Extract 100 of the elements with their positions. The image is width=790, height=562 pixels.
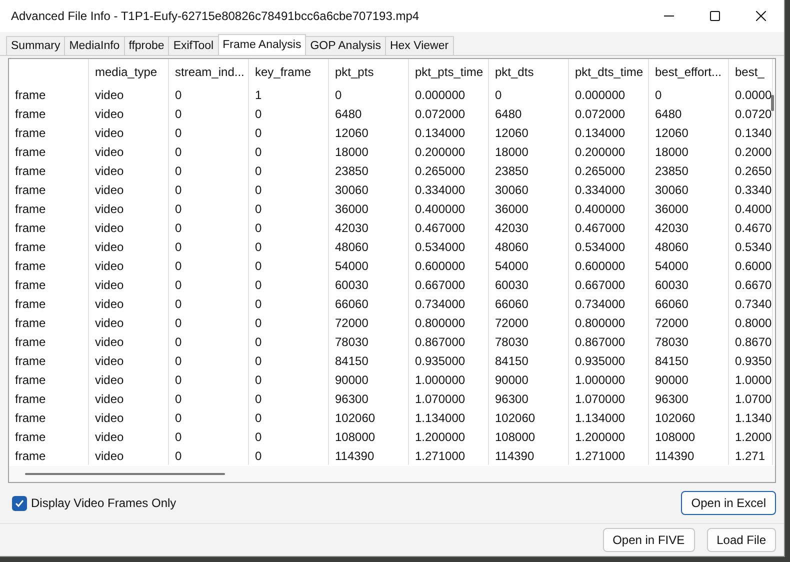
table-cell: 0.800000 — [409, 313, 489, 332]
tab[interactable]: Hex Viewer — [384, 36, 454, 55]
table-cell: 0.734000 — [409, 294, 489, 313]
column-header[interactable]: stream_ind... — [169, 59, 249, 85]
table-cell: 0 — [249, 294, 329, 313]
table-cell: 30060 — [649, 180, 729, 199]
table-cell: 0.072000 — [569, 104, 649, 123]
table-cell: 96300 — [489, 389, 569, 408]
table-cell: 1.070000 — [569, 389, 649, 408]
table-cell: 66060 — [649, 294, 729, 313]
column-header[interactable]: best_effort... — [649, 59, 729, 85]
table-cell: 0 — [649, 85, 729, 104]
table-cell: 0 — [169, 408, 249, 427]
table-cell: 0 — [169, 142, 249, 161]
column-header[interactable]: media_type — [89, 59, 169, 85]
table-cell: 23850 — [649, 161, 729, 180]
table-cell: 0.667000 — [569, 275, 649, 294]
table-cell: 84150 — [489, 351, 569, 370]
table-cell: frame — [9, 123, 89, 142]
column-header[interactable]: pkt_pts — [329, 59, 409, 85]
table-cell: 48060 — [329, 237, 409, 256]
table-cell: 1.0700 — [729, 389, 773, 408]
column-header[interactable]: key_frame — [249, 59, 329, 85]
table-cell: frame — [9, 408, 89, 427]
table-cell: 0 — [169, 180, 249, 199]
table-cell: frame — [9, 370, 89, 389]
table-cell: 1.271 — [729, 446, 773, 465]
table-cell: 114390 — [649, 446, 729, 465]
horizontal-scrollbar-thumb[interactable] — [25, 473, 225, 475]
column-header[interactable]: pkt_dts_time — [569, 59, 649, 85]
table-cell: 1.1340 — [729, 408, 773, 427]
table-cell: video — [89, 85, 169, 104]
table-cell: 0.867000 — [409, 332, 489, 351]
table-cell: 90000 — [329, 370, 409, 389]
table-cell: 0 — [249, 332, 329, 351]
table-cell: 0.800000 — [569, 313, 649, 332]
load-file-button[interactable]: Load File — [706, 528, 776, 552]
table-cell: 0.600000 — [409, 256, 489, 275]
table-cell: video — [89, 180, 169, 199]
open-in-five-button[interactable]: Open in FIVE — [602, 528, 695, 552]
table-cell: frame — [9, 142, 89, 161]
table-cell: 72000 — [329, 313, 409, 332]
table-cell: video — [89, 389, 169, 408]
table-cell: 96300 — [649, 389, 729, 408]
table-cell: 0 — [249, 104, 329, 123]
table-cell: 54000 — [649, 256, 729, 275]
table-cell: 18000 — [649, 142, 729, 161]
table-cell: 0.134000 — [409, 123, 489, 142]
table-cell: frame — [9, 199, 89, 218]
checkbox[interactable] — [12, 496, 27, 510]
table-cell: 1.070000 — [409, 389, 489, 408]
table-cell: 0.935000 — [569, 351, 649, 370]
column-header[interactable]: pkt_pts_time — [409, 59, 489, 85]
table-cell: 108000 — [649, 427, 729, 446]
open-in-excel-button[interactable]: Open in Excel — [681, 491, 776, 515]
table-cell: 0 — [169, 446, 249, 465]
table-cell: video — [89, 256, 169, 275]
window-title: Advanced File Info - T1P1-Eufy-62715e80826c78491bcc6a6cbe707193.mp4 — [10, 9, 420, 23]
table-cell: 0.265000 — [409, 161, 489, 180]
table-cell: 60030 — [489, 275, 569, 294]
table-cell: 0.667000 — [409, 275, 489, 294]
table-cell: 0.400000 — [569, 199, 649, 218]
table-cell: 0 — [249, 427, 329, 446]
table-cell: 0 — [169, 123, 249, 142]
tab[interactable]: Frame Analysis — [218, 34, 306, 55]
checkbox-label: Display Video Frames Only — [31, 496, 176, 510]
table-cell: 0.265000 — [569, 161, 649, 180]
table-cell: 0.3340 — [729, 180, 773, 199]
table-cell: 6480 — [649, 104, 729, 123]
table-cell: 0 — [169, 313, 249, 332]
table-cell: frame — [9, 104, 89, 123]
table-cell: 0.9350 — [729, 351, 773, 370]
table-cell: 48060 — [489, 237, 569, 256]
table-cell: 0 — [169, 332, 249, 351]
table-cell: 84150 — [329, 351, 409, 370]
vertical-scrollbar-thumb[interactable] — [771, 95, 774, 111]
table-cell: frame — [9, 237, 89, 256]
table-cell: video — [89, 218, 169, 237]
column-header[interactable]: pkt_dts — [489, 59, 569, 85]
table-cell: 0 — [249, 237, 329, 256]
table-cell: 0.8000 — [729, 313, 773, 332]
table-cell: 12060 — [489, 123, 569, 142]
table-cell: 0 — [169, 256, 249, 275]
table-cell: frame — [9, 256, 89, 275]
table-cell: frame — [9, 85, 89, 104]
table-cell: 0 — [169, 370, 249, 389]
table-cell: 0 — [249, 180, 329, 199]
table-cell: 0.1340 — [729, 123, 773, 142]
table-cell: 0.072000 — [409, 104, 489, 123]
table-cell: 90000 — [489, 370, 569, 389]
table-cell: 0 — [249, 218, 329, 237]
table-cell: 1.271000 — [569, 446, 649, 465]
tab[interactable]: Summary — [6, 36, 66, 55]
table-cell: 78030 — [649, 332, 729, 351]
table-cell: 0.600000 — [569, 256, 649, 275]
table-cell: 0.2650 — [729, 161, 773, 180]
table-cell: 108000 — [329, 427, 409, 446]
column-header[interactable]: best_ — [729, 59, 773, 85]
table-cell: 0 — [169, 199, 249, 218]
table-cell: 72000 — [489, 313, 569, 332]
